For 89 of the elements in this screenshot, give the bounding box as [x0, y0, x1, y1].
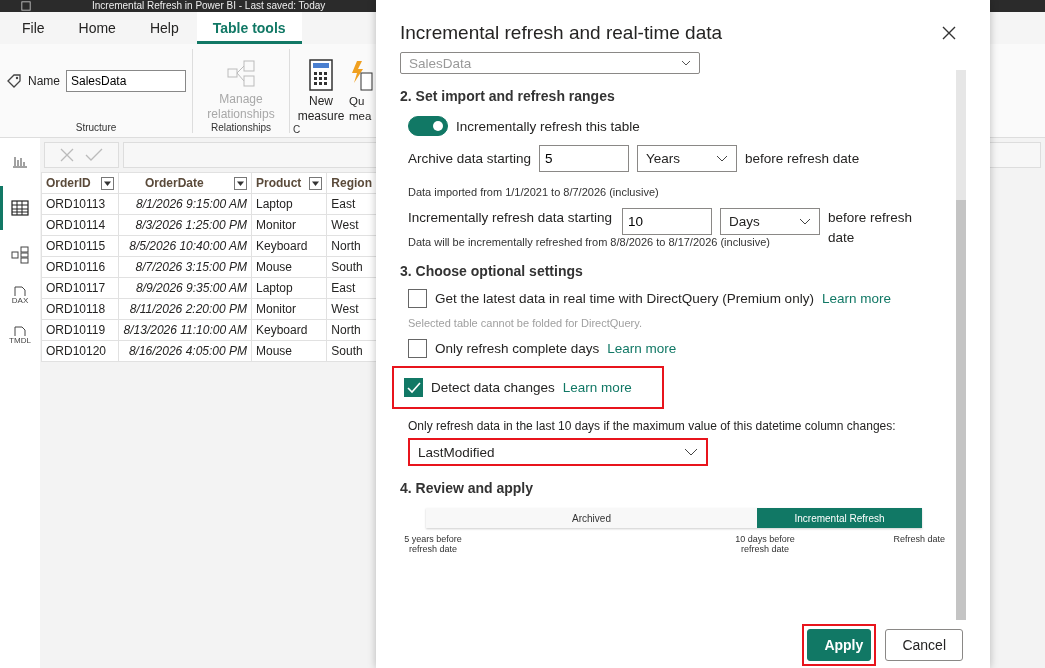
table-cell: ORD10113 — [41, 193, 119, 215]
learn-more-link[interactable]: Learn more — [821, 291, 891, 306]
relationships-icon — [226, 59, 256, 89]
group-label: C — [293, 124, 301, 135]
checkbox[interactable] — [408, 289, 427, 308]
table-cell: Monitor — [251, 298, 327, 320]
name-field[interactable]: SalesData — [66, 69, 186, 92]
timeline-segment: Archived — [426, 508, 757, 528]
range-note: Data imported from 1/1/2021 to 8/7/2026 (inclusive) — [408, 186, 659, 198]
table-cell: 8/11/2026 2:20:00 PM — [118, 298, 252, 320]
column-header[interactable]: OrderID — [41, 172, 119, 194]
field-suffix: before refresh date — [745, 151, 860, 166]
section-heading: 3. Choose optional settings — [400, 263, 584, 279]
chevron-down-icon — [716, 155, 729, 162]
number-field[interactable]: 10 — [622, 208, 712, 235]
checkbox[interactable] — [404, 378, 423, 397]
timeline-segment: Incremental Refresh — [757, 508, 922, 528]
calculator-icon — [309, 59, 333, 91]
table-cell: Mouse — [251, 256, 327, 278]
table-cell: ORD10120 — [41, 340, 119, 362]
close-icon[interactable] — [942, 26, 956, 40]
column-header[interactable]: OrderDate — [118, 172, 252, 194]
ribbon-button[interactable]: New measure — [293, 59, 349, 124]
number-field[interactable]: 5 — [539, 145, 630, 172]
timeline-label: 5 years before refresh date — [403, 534, 463, 554]
ribbon-button[interactable]: Qu mea — [349, 59, 373, 124]
table-cell: Mouse — [251, 340, 327, 362]
table-cell: ORD10117 — [41, 277, 119, 299]
toggle-switch[interactable] — [408, 116, 448, 136]
range-note: Data will be incrementally refreshed from 8/8/2026 to 8/17/2026 (inclusive) — [408, 236, 770, 248]
table-cell: 8/16/2026 4:05:00 PM — [118, 340, 252, 362]
unit-dropdown[interactable]: Years — [637, 145, 738, 172]
chevron-down-icon — [684, 448, 698, 456]
table-cell: Laptop — [251, 277, 327, 299]
column-dropdown[interactable]: LastModified — [408, 438, 708, 466]
filter-icon[interactable] — [101, 176, 114, 190]
window-title: Incremental Refresh in Power BI - Last saved: Today — [92, 0, 326, 12]
table-cell: ORD10114 — [41, 214, 119, 236]
learn-more-link[interactable]: Learn more — [562, 380, 632, 395]
lightning-calculator-icon — [349, 59, 373, 91]
option-note: Selected table cannot be folded for DirectQuery. — [408, 317, 643, 329]
table-cell: 8/3/2026 1:25:00 PM — [118, 214, 252, 236]
timeline-label: 10 days before refresh date — [734, 534, 796, 554]
apply-button[interactable]: Apply — [807, 629, 872, 661]
unit-dropdown[interactable]: Days — [720, 208, 820, 235]
table-cell: ORD10118 — [41, 298, 119, 320]
chevron-down-icon — [799, 218, 811, 225]
ribbon-tab[interactable]: File — [6, 12, 61, 44]
column-label: Only refresh data in the last 10 days if the maximum value of this datetime column changes: — [408, 419, 897, 433]
checkbox[interactable] — [408, 339, 427, 358]
table-cell: Laptop — [251, 193, 327, 215]
table-cell: 8/7/2026 3:15:00 PM — [118, 256, 252, 278]
tag-icon — [6, 72, 22, 89]
table-cell: 8/13/2026 11:10:00 AM — [118, 319, 252, 341]
ribbon-tab[interactable]: Help — [133, 12, 195, 44]
section-heading: 4. Review and apply — [400, 480, 535, 496]
field-label: Incrementally refresh data starting — [408, 209, 614, 227]
table-cell: Keyboard — [251, 319, 327, 341]
table-cell: 8/9/2026 9:35:00 AM — [118, 277, 252, 299]
group-label: Structure — [75, 122, 117, 133]
app-icon — [20, 1, 32, 11]
field-suffix: before refresh date — [828, 209, 914, 247]
table-cell: Keyboard — [251, 235, 327, 257]
ribbon-tab[interactable]: Home — [62, 12, 132, 44]
ribbon-tab[interactable]: Table tools — [196, 12, 302, 44]
table-cell: ORD10119 — [41, 319, 119, 341]
table-cell: 8/5/2026 10:40:00 AM — [118, 235, 252, 257]
dialog-title: Incremental refresh and real-time data — [400, 22, 723, 44]
filter-icon[interactable] — [234, 176, 247, 190]
column-header[interactable]: Product — [251, 172, 327, 194]
timeline-label: Refresh date — [893, 534, 945, 546]
section-heading: 2. Set import and refresh ranges — [400, 88, 616, 104]
learn-more-link[interactable]: Learn more — [607, 341, 677, 356]
scrollbar[interactable] — [956, 70, 966, 620]
table-cell: ORD10116 — [41, 256, 119, 278]
option-label: Get the latest data in real time with DirectQuery (Premium only) — [435, 291, 814, 306]
table-cell: 8/1/2026 9:15:00 AM — [118, 193, 252, 215]
option-label: Only refresh complete days — [435, 341, 600, 356]
check-icon[interactable] — [85, 148, 103, 162]
toggle-label: Incrementally refresh this table — [456, 118, 640, 134]
chevron-down-icon — [681, 60, 691, 66]
name-label: Name — [28, 73, 60, 88]
option-label: Detect data changes — [431, 380, 555, 395]
filter-icon[interactable] — [309, 176, 323, 190]
table-cell: ORD10115 — [41, 235, 119, 257]
table-cell: Monitor — [251, 214, 327, 236]
cancel-button[interactable]: Cancel — [885, 629, 963, 661]
group-label: Relationships — [211, 122, 272, 133]
field-label: Archive data starting — [408, 151, 532, 166]
